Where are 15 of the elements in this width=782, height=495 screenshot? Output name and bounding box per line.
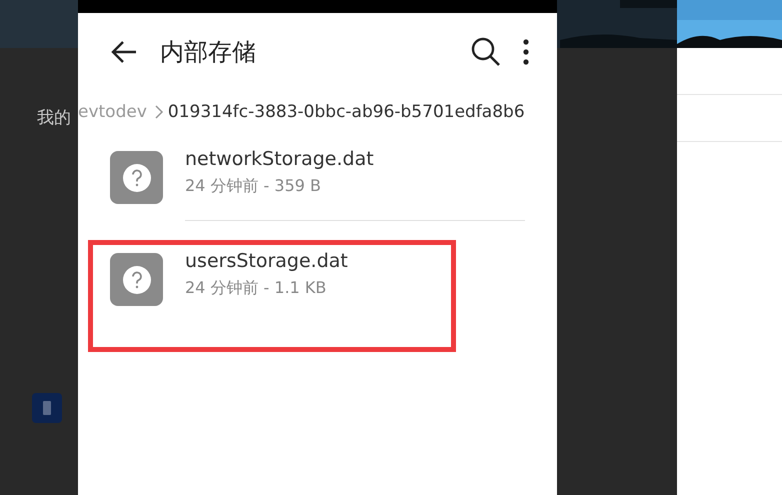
search-button[interactable]	[471, 37, 501, 67]
file-name: networkStorage.dat	[185, 148, 375, 170]
back-button[interactable]	[110, 40, 138, 64]
file-details: 24 分钟前 - 1.1 KB	[185, 278, 328, 299]
highlighted-file-row[interactable]: usersStorage.dat 24 分钟前 - 1.1 KB	[88, 240, 456, 352]
file-details: 24 分钟前 - 359 B	[185, 176, 322, 197]
more-button[interactable]	[523, 39, 529, 65]
app-icon	[32, 393, 62, 423]
file-row[interactable]: networkStorage.dat 24 分钟前 - 359 B	[78, 143, 557, 240]
unknown-file-icon	[110, 151, 163, 204]
breadcrumb-label: 我的	[37, 107, 71, 129]
breadcrumb-item[interactable]: 019314fc-3883-0bbc-ab96-b5701edfa8b6	[168, 102, 525, 122]
unknown-file-icon	[110, 253, 163, 306]
file-name: usersStorage.dat	[185, 250, 349, 272]
screen-title: 内部存储	[160, 37, 257, 68]
